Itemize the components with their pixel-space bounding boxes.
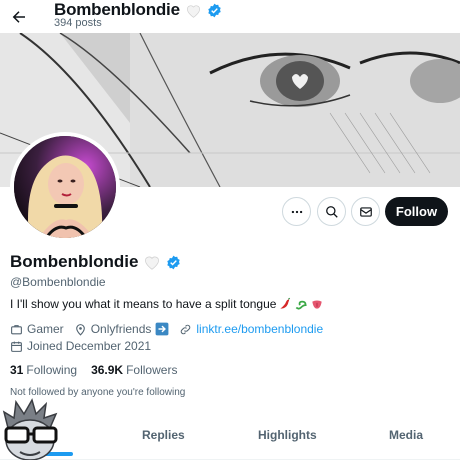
avatar-photo: [14, 136, 116, 238]
arrow-left-icon: [12, 11, 25, 23]
followers-link[interactable]: 36.9K Followers: [91, 363, 177, 377]
profile-bio: I I'll show you what it means to have a …: [10, 297, 324, 311]
location-text: Onlyfriends: [90, 322, 152, 336]
white-heart-icon: [186, 4, 200, 18]
following-count: 31: [10, 363, 24, 377]
more-icon: [291, 210, 302, 213]
display-name: Bombenblondie: [10, 252, 139, 271]
profile-avatar[interactable]: [10, 132, 120, 242]
search-profile-button[interactable]: [317, 197, 346, 226]
category-item: Gamer: [10, 322, 64, 336]
website-item[interactable]: linktr.ee/bombenblondie: [179, 322, 323, 336]
bio-text: I I'll show you what it means to have a …: [10, 297, 277, 311]
profile-meta-row: Gamer Onlyfriends linktr.ee/bombenblondi…: [10, 322, 333, 336]
right-arrow-emoji-icon: [155, 322, 169, 336]
follow-stats: 31 Following 36.9K Followers: [10, 363, 191, 377]
tongue-icon: [312, 300, 323, 309]
tab-media[interactable]: Media: [389, 428, 423, 442]
website-link[interactable]: linktr.ee/bombenblondie: [196, 322, 323, 336]
post-count: 394 posts: [54, 17, 102, 29]
verified-badge-icon: [208, 3, 221, 17]
snake-icon: [296, 300, 307, 310]
location-item: Onlyfriends: [74, 322, 170, 336]
search-icon: [325, 205, 338, 218]
joined-row: Joined December 2021: [10, 339, 161, 353]
follow-button[interactable]: Follow: [385, 197, 448, 226]
followers-label: Followers: [126, 363, 178, 377]
followers-count: 36.9K: [91, 363, 124, 377]
following-link[interactable]: 31 Following: [10, 363, 77, 377]
link-icon: [181, 324, 191, 334]
white-heart-icon: [145, 256, 160, 270]
verified-badge-icon[interactable]: [166, 255, 181, 270]
category-text: Gamer: [27, 322, 64, 336]
tab-highlights[interactable]: Highlights: [258, 428, 317, 442]
message-button[interactable]: [351, 197, 380, 226]
mail-icon: [359, 206, 372, 217]
cartoon-glasses-face-icon: [2, 398, 58, 460]
back-button[interactable]: [6, 4, 32, 30]
following-label: Following: [26, 363, 78, 377]
more-options-button[interactable]: [282, 197, 311, 226]
tab-replies[interactable]: Replies: [142, 428, 185, 442]
top-header: Bombenblondie 394 posts: [0, 0, 460, 33]
location-pin-icon: [75, 323, 85, 336]
calendar-icon: [11, 341, 22, 352]
joined-item: Joined December 2021: [10, 339, 151, 353]
briefcase-icon: [11, 324, 22, 334]
user-handle: @Bombenblondie: [10, 275, 106, 289]
joined-text: Joined December 2021: [27, 339, 152, 353]
cartoon-avatar-sticker: [0, 398, 64, 460]
not-followed-note: Not followed by anyone you're following: [10, 387, 186, 398]
display-name-row: Bombenblondie: [10, 252, 181, 272]
chili-pepper-icon: [280, 297, 291, 309]
